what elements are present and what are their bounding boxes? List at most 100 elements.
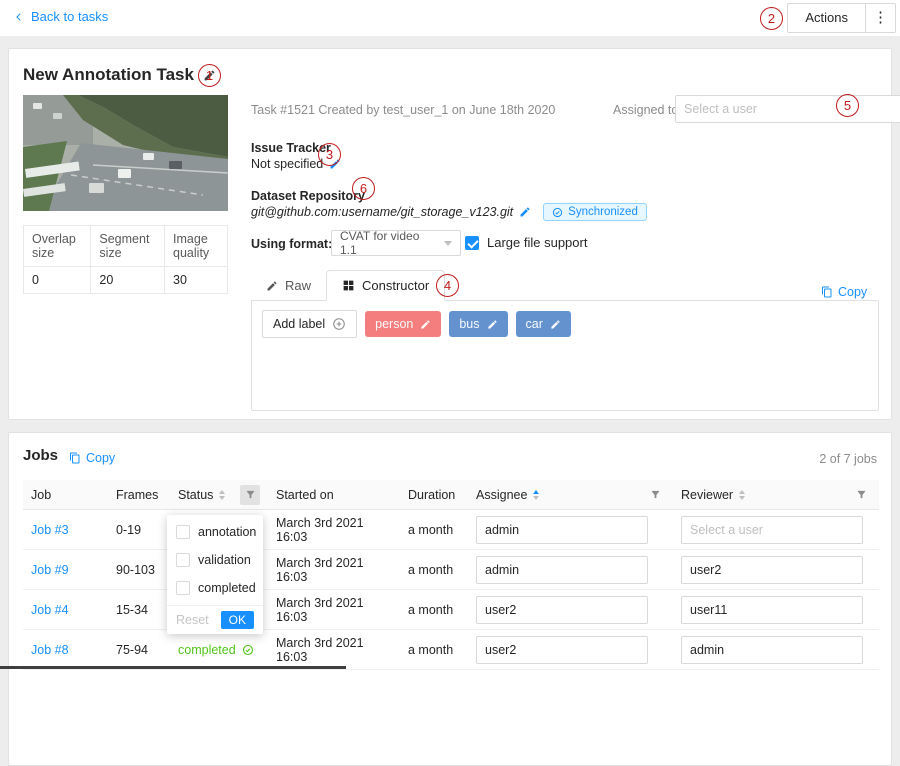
checkbox-icon[interactable] (176, 525, 190, 539)
edit-label-icon[interactable] (420, 319, 431, 330)
actions-button[interactable]: Actions (788, 4, 865, 32)
large-file-support-row: Large file support (465, 235, 587, 250)
copy-icon (69, 452, 81, 464)
task-preview-image (23, 95, 228, 211)
job-link[interactable]: Job #3 (31, 523, 69, 537)
column-header-status: Status (170, 485, 268, 505)
job-link[interactable]: Job #4 (31, 603, 69, 617)
assignee-input[interactable] (476, 556, 648, 584)
label-chip-text: car (526, 317, 543, 331)
jobs-copy-link[interactable]: Copy (69, 451, 115, 465)
constructor-icon (342, 279, 355, 292)
task-parameters-table: Overlap size Segment size Image quality … (23, 225, 228, 294)
reviewer-header-label[interactable]: Reviewer (681, 488, 733, 502)
labels-copy-link[interactable]: Copy (821, 285, 867, 299)
reviewer-input[interactable] (681, 636, 863, 664)
actions-button-group: Actions ⋮ (787, 3, 896, 33)
param-value: 20 (91, 267, 165, 294)
sync-status-text: Synchronized (568, 206, 638, 218)
page-title: New Annotation Task (23, 65, 216, 85)
task-title-text: New Annotation Task (23, 65, 194, 85)
jobs-title: Jobs (23, 447, 58, 464)
task-meta: Task #1521 Created by test_user_1 on Jun… (251, 103, 555, 117)
format-select[interactable]: CVAT for video 1.1 (331, 230, 461, 256)
checkbox-icon[interactable] (176, 553, 190, 567)
filter-icon[interactable] (851, 485, 871, 505)
job-started: March 3rd 2021 16:03 (268, 596, 400, 624)
assignee-input[interactable] (476, 516, 648, 544)
tab-raw-label: Raw (285, 278, 311, 293)
job-row: Job #3 0-19 March 3rd 2021 16:03 a month (23, 510, 879, 550)
filter-reset-button[interactable]: Reset (176, 613, 209, 627)
assignee-input[interactable] (476, 636, 648, 664)
label-chip-text: bus (459, 317, 479, 331)
repository-url: git@github.com:username/git_storage_v123… (251, 205, 513, 219)
filter-ok-button[interactable]: OK (221, 611, 254, 629)
tab-constructor[interactable]: Constructor (326, 270, 445, 301)
filter-option-completed[interactable]: completed (167, 574, 263, 602)
job-row: Job #4 15-34 March 3rd 2021 16:03 a mont… (23, 590, 879, 630)
annotation-circle-2: 2 (760, 7, 783, 30)
status-header-label[interactable]: Status (178, 488, 213, 502)
label-chip-car[interactable]: car (516, 311, 571, 337)
job-started: March 3rd 2021 16:03 (268, 636, 400, 664)
column-header-reviewer: Reviewer (673, 485, 879, 505)
filter-icon[interactable] (645, 485, 665, 505)
job-row: Job #8 75-94 completed March 3rd 2021 16… (23, 630, 879, 670)
status-filter-dropdown: annotation validation completed Reset OK (167, 515, 263, 634)
param-value: 0 (24, 267, 91, 294)
filter-option-label: annotation (198, 525, 256, 539)
dataset-repository-label: Dataset Repository (251, 189, 365, 203)
job-row: Job #9 90-103 March 3rd 2021 16:03 a mon… (23, 550, 879, 590)
param-header: Overlap size (24, 226, 91, 267)
sort-icon[interactable] (739, 490, 745, 500)
filter-option-label: completed (198, 581, 256, 595)
annotation-circle-4: 4 (436, 274, 459, 297)
labels-row: Add label person bus car (262, 310, 571, 338)
assignee-header-label[interactable]: Assignee (476, 488, 527, 502)
back-to-tasks-link[interactable]: Back to tasks (14, 9, 108, 24)
tab-raw[interactable]: Raw (251, 270, 326, 301)
job-frames: 90-103 (108, 563, 170, 577)
sort-icon[interactable] (533, 490, 539, 500)
job-duration: a month (400, 603, 468, 617)
job-link[interactable]: Job #8 (31, 643, 69, 657)
label-chip-bus[interactable]: bus (449, 311, 507, 337)
job-duration: a month (400, 643, 468, 657)
more-icon[interactable]: ⋮ (865, 4, 895, 32)
job-started: March 3rd 2021 16:03 (268, 556, 400, 584)
column-header-frames: Frames (108, 488, 170, 502)
large-file-checkbox[interactable] (465, 236, 479, 250)
assignee-input[interactable] (476, 596, 648, 624)
edit-repository-icon[interactable] (519, 206, 531, 218)
jobs-copy-label: Copy (86, 451, 115, 465)
column-header-duration: Duration (400, 488, 468, 502)
edit-label-icon[interactable] (550, 319, 561, 330)
jobs-count: 2 of 7 jobs (819, 452, 877, 466)
filter-option-label: validation (198, 553, 251, 567)
annotation-circle-5: 5 (836, 94, 859, 117)
checkbox-icon[interactable] (176, 581, 190, 595)
job-started: March 3rd 2021 16:03 (268, 516, 400, 544)
reviewer-input[interactable] (681, 596, 863, 624)
filter-option-annotation[interactable]: annotation (167, 518, 263, 546)
reviewer-input[interactable] (681, 556, 863, 584)
issue-tracker-value: Not specified (251, 157, 323, 171)
jobs-table-header: Job Frames Status Started on Duration As… (23, 480, 879, 510)
column-header-started: Started on (268, 488, 400, 502)
completed-check-icon (242, 644, 254, 656)
job-duration: a month (400, 563, 468, 577)
reviewer-input[interactable] (681, 516, 863, 544)
assigned-to-input[interactable] (675, 95, 900, 123)
filter-icon[interactable] (240, 485, 260, 505)
job-link[interactable]: Job #9 (31, 563, 69, 577)
label-chip-person[interactable]: person (365, 311, 441, 337)
edit-label-icon[interactable] (487, 319, 498, 330)
sort-icon[interactable] (219, 490, 225, 500)
back-link-label: Back to tasks (31, 9, 108, 24)
filter-option-validation[interactable]: validation (167, 546, 263, 574)
param-header: Image quality (165, 226, 228, 267)
filter-footer: Reset OK (167, 605, 263, 634)
add-label-button[interactable]: Add label (262, 310, 357, 338)
labels-constructor-panel: Add label person bus car (251, 300, 879, 411)
